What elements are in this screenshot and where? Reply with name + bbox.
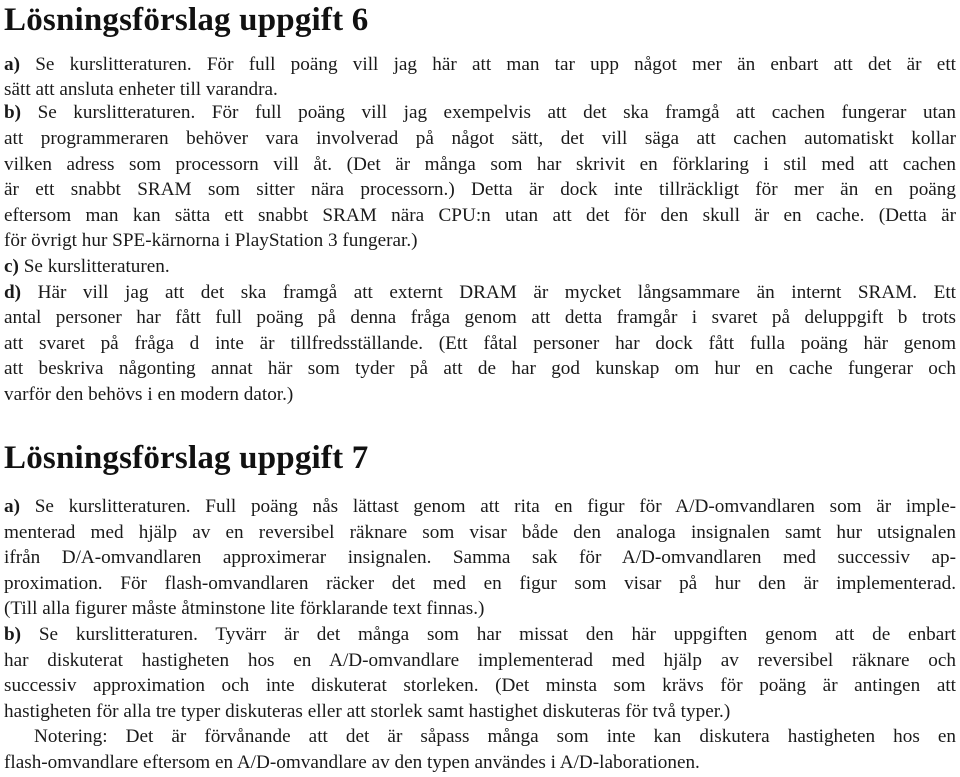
text-line: att programmeraren behöver vara involver…: [4, 126, 956, 152]
text-line: successiv approximation och inte diskute…: [4, 673, 956, 699]
paragraph-text: sätt att ansluta enheter till varandra.: [4, 79, 278, 100]
document-page: Lösningsförslag uppgift 6 a) Se kurslitt…: [0, 0, 960, 777]
text-line: hastigheten för alla tre typer diskutera…: [4, 699, 956, 725]
answer-b-line: b) Se kurslitteraturen. För full poäng v…: [4, 100, 956, 126]
answer-a-line: a) Se kurslitteraturen. För full poäng v…: [4, 52, 956, 78]
text-line: att beskriva någonting annat här som tyd…: [4, 356, 956, 382]
text-line: vilken adress som processorn vill åt. (D…: [4, 152, 956, 178]
text-line: att svaret på fråga d inte är tillfredss…: [4, 331, 956, 357]
paragraph-text: har diskuterat hastigheten hos en A/D-om…: [4, 650, 956, 671]
paragraph-text: Se kurslitteraturen. Tyvärr är det många…: [21, 624, 956, 645]
paragraph-text: flash-omvandlare eftersom en A/D-omvandl…: [4, 752, 700, 773]
answer-c-line: c) Se kurslitteraturen.: [4, 254, 956, 280]
paragraph-text: menterad med hjälp av en reversibel räkn…: [4, 522, 956, 543]
item-label: b): [4, 624, 22, 645]
text-line: eftersom man kan sätta ett snabbt SRAM n…: [4, 203, 956, 229]
paragraph-text: Se kurslitteraturen. För full poäng vill…: [19, 54, 956, 75]
text-line: ifrån D/A-omvandlaren approximerar insig…: [4, 545, 956, 571]
text-line: är ett snabbt SRAM som sitter nära proce…: [4, 177, 956, 203]
paragraph-text: att beskriva någonting annat här som tyd…: [4, 358, 956, 379]
text-line: har diskuterat hastigheten hos en A/D-om…: [4, 648, 956, 674]
paragraph-text: Notering: Det är förvånande att det är s…: [34, 726, 956, 747]
paragraph-text: Här vill jag att det ska framgå att exte…: [21, 282, 956, 303]
paragraph-text: att programmeraren behöver vara involver…: [4, 128, 956, 149]
item-label: a): [4, 496, 20, 517]
paragraph-text: för övrigt hur SPE-kärnorna i PlayStatio…: [4, 230, 418, 251]
paragraph-text: att svaret på fråga d inte är tillfredss…: [4, 333, 956, 354]
text-line: proximation. För flash-omvandlaren räcke…: [4, 571, 956, 597]
paragraph-text: proximation. För flash-omvandlaren räcke…: [4, 573, 956, 594]
item-label: b): [4, 102, 22, 123]
answer-b-line: b) Se kurslitteraturen. Tyvärr är det må…: [4, 622, 956, 648]
answer-d-line: d) Här vill jag att det ska framgå att e…: [4, 280, 956, 306]
item-label: a): [4, 54, 20, 75]
note-line: Notering: Det är förvånande att det är s…: [4, 724, 956, 750]
answer-a-line: a) Se kurslitteraturen. Full poäng nås l…: [4, 494, 956, 520]
paragraph-text: successiv approximation och inte diskute…: [4, 675, 956, 696]
paragraph-text: eftersom man kan sätta ett snabbt SRAM n…: [4, 205, 956, 226]
text-line: för övrigt hur SPE-kärnorna i PlayStatio…: [4, 228, 956, 254]
text-line: (Till alla figurer måste åtminstone lite…: [4, 596, 956, 622]
item-label: d): [4, 282, 22, 303]
text-line: antal personer har fått full poäng på de…: [4, 305, 956, 331]
text-line: flash-omvandlare eftersom en A/D-omvandl…: [4, 750, 956, 776]
paragraph-text: ifrån D/A-omvandlaren approximerar insig…: [4, 547, 956, 568]
paragraph-text: är ett snabbt SRAM som sitter nära proce…: [4, 179, 956, 200]
item-label: c): [4, 256, 19, 277]
paragraph-text: antal personer har fått full poäng på de…: [4, 307, 956, 328]
section-heading-uppgift-6: Lösningsförslag uppgift 6: [4, 2, 369, 38]
paragraph-text: varför den behövs i en modern dator.): [4, 384, 294, 405]
paragraph-text: vilken adress som processorn vill åt. (D…: [4, 154, 956, 175]
paragraph-text: hastigheten för alla tre typer diskutera…: [4, 701, 731, 722]
text-line: menterad med hjälp av en reversibel räkn…: [4, 520, 956, 546]
text-line: varför den behövs i en modern dator.): [4, 382, 956, 408]
paragraph-text: Se kurslitteraturen.: [18, 256, 170, 277]
paragraph-text: Se kurslitteraturen. Full poäng nås lätt…: [19, 496, 956, 517]
paragraph-text: (Till alla figurer måste åtminstone lite…: [4, 598, 485, 619]
section-heading-uppgift-7: Lösningsförslag uppgift 7: [4, 440, 369, 476]
paragraph-text: Se kurslitteraturen. För full poäng vill…: [21, 102, 956, 123]
